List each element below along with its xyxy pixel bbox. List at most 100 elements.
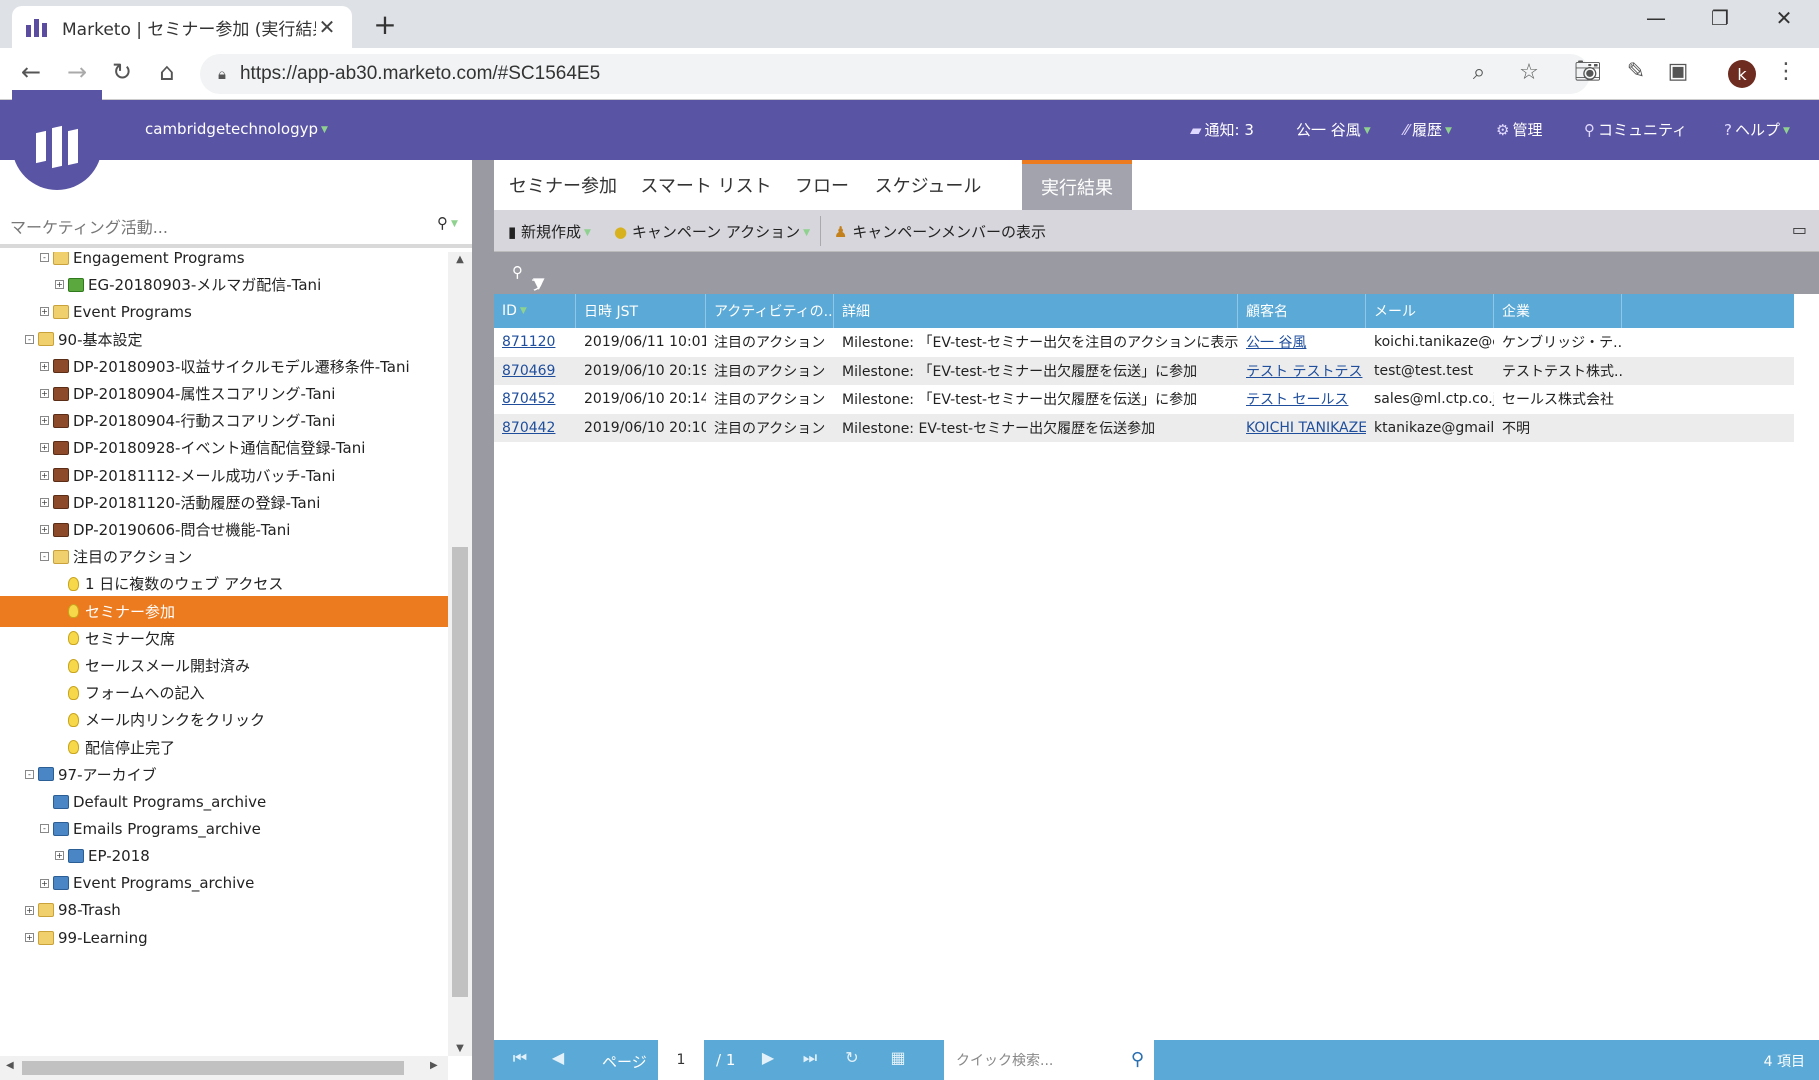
filter-bar[interactable]: ⚲ フィルター: カスタム▼ [494, 252, 1819, 462]
scrollbar-thumb[interactable] [452, 547, 468, 997]
next-page-icon[interactable]: ▶ [756, 1048, 780, 1072]
tab-schedule[interactable]: スケジュール [864, 160, 992, 210]
show-members-button[interactable]: ♟ キャンペーンメンバーの表示 [834, 221, 1046, 242]
window-close-icon[interactable]: ✕ [1764, 6, 1804, 30]
cell-link[interactable]: 870452 [502, 391, 555, 407]
tree-vertical-scrollbar[interactable]: ▲ ▼ [448, 252, 472, 1056]
community-button[interactable]: ⚲ コミュニティ [1584, 119, 1687, 140]
home-icon[interactable]: ⌂ [150, 58, 184, 86]
cell-link[interactable]: KOICHI TANIKAZE [1246, 420, 1366, 436]
filter-tree-icon[interactable]: ⚲ ▼ [437, 214, 458, 232]
expand-icon[interactable]: + [55, 851, 64, 861]
cell-link[interactable]: 870469 [502, 363, 555, 379]
scrollbar-thumb[interactable] [22, 1061, 404, 1075]
campaign-action-button[interactable]: ● キャンペーン アクション ▼ [614, 221, 810, 242]
expand-icon[interactable]: + [55, 280, 64, 290]
search-icon[interactable]: ⚲ [1131, 1049, 1144, 1070]
collapse-icon[interactable]: - [40, 824, 49, 834]
export-icon[interactable]: ▦ [886, 1048, 910, 1072]
expand-icon[interactable]: + [40, 389, 49, 398]
expand-icon[interactable]: + [40, 470, 49, 480]
refresh-icon[interactable]: ↻ [840, 1048, 864, 1072]
camera-extension-icon[interactable]: 📷︎ [1572, 59, 1604, 84]
scroll-down-icon[interactable]: ▼ [448, 1043, 472, 1054]
cell-lead-name[interactable]: 公一 谷風 [1238, 328, 1366, 356]
new-tab-icon[interactable]: + [368, 8, 402, 41]
url-field[interactable]: 🔒︎ https://app-ab30.marketo.com/#SC1564E… [200, 54, 1590, 94]
expand-icon[interactable]: + [40, 878, 49, 888]
expand-icon[interactable]: + [40, 525, 49, 534]
expand-icon[interactable]: + [25, 933, 34, 942]
new-button[interactable]: ▮ 新規作成 ▼ [508, 221, 591, 242]
column-header-email[interactable]: メール [1366, 294, 1494, 328]
cell-lead-name[interactable]: KOICHI TANIKAZE [1238, 414, 1366, 442]
workspace-selector[interactable]: cambridgetechnologyp ▼ [145, 120, 328, 138]
notifications-button[interactable]: ▰ 通知: 3 [1190, 119, 1254, 140]
restore-icon[interactable]: ❐ [1700, 6, 1740, 30]
collapse-icon[interactable]: - [25, 769, 34, 779]
browser-tab[interactable]: Marketo | セミナー参加 (実行結果) ✕ [12, 6, 352, 48]
tab-seminar[interactable]: セミナー参加 [494, 160, 632, 210]
screen-cast-icon[interactable]: ▣ [1662, 59, 1694, 84]
table-row[interactable]: 870452 2019/06/10 20:14 注目のアクション Milestone:… [494, 385, 1794, 413]
minimize-icon[interactable]: — [1636, 6, 1676, 30]
table-row[interactable]: 871120 2019/06/11 10:01 注目のアクション Milestone:… [494, 328, 1794, 356]
column-header-company[interactable]: 企業 [1494, 294, 1622, 328]
table-row[interactable]: 870469 2019/06/10 20:19 注目のアクション Milestone:… [494, 356, 1794, 385]
collapse-icon[interactable]: - [25, 334, 34, 344]
help-menu-button[interactable]: ? ヘルプ ▼ [1724, 119, 1790, 140]
cell-lead-name[interactable]: テスト テストテス [1238, 357, 1366, 385]
eyedropper-extension-icon[interactable]: ✎ [1620, 59, 1652, 84]
cell-link[interactable]: 870442 [502, 420, 555, 436]
collapse-icon[interactable]: - [40, 253, 49, 262]
user-menu-button[interactable]: 公一 谷風 ▼ [1296, 119, 1371, 140]
cell-link[interactable]: テスト テストテス [1246, 361, 1362, 381]
last-page-icon[interactable]: ⏭ [798, 1048, 822, 1072]
column-header-datetime[interactable]: 日時 JST [576, 294, 706, 328]
cell-link[interactable]: 公一 谷風 [1246, 332, 1306, 352]
column-header-id[interactable]: ID ▼ [494, 294, 576, 328]
scroll-left-icon[interactable]: ◀ [6, 1060, 14, 1071]
expand-icon[interactable]: + [40, 497, 49, 507]
cell-id[interactable]: 871120 [494, 328, 576, 356]
scroll-right-icon[interactable]: ▶ [430, 1060, 438, 1071]
admin-button[interactable]: ⚙ 管理 [1496, 119, 1542, 140]
sort-icon[interactable]: ▼ [520, 306, 527, 316]
reload-icon[interactable]: ↻ [105, 58, 139, 86]
cell-id[interactable]: 870452 [494, 385, 576, 413]
cell-link[interactable]: テスト セールス [1246, 389, 1348, 409]
cell-lead-name[interactable]: テスト セールス [1238, 385, 1366, 413]
quick-search-input[interactable]: クイック検索... ⚲ [944, 1040, 1154, 1080]
column-header-detail[interactable]: 詳細 [834, 294, 1238, 328]
close-tab-icon[interactable]: ✕ [316, 15, 338, 39]
browser-menu-icon[interactable]: ⋮ [1770, 59, 1802, 84]
expand-icon[interactable]: + [40, 443, 49, 453]
collapse-icon[interactable]: - [40, 552, 49, 562]
tree-item[interactable]: +99-Learning [0, 922, 448, 953]
column-header-lead-name[interactable]: 顧客名 [1238, 294, 1366, 328]
bookmark-star-icon[interactable]: ☆ [1514, 60, 1544, 85]
expand-icon[interactable]: + [40, 361, 49, 371]
panel-splitter[interactable] [472, 160, 494, 1080]
previous-page-icon[interactable]: ◀ [546, 1048, 570, 1072]
first-page-icon[interactable]: ⏮ [508, 1048, 532, 1072]
cell-id[interactable]: 870442 [494, 414, 576, 442]
maximize-panel-icon[interactable]: ▭ [1792, 220, 1807, 239]
tree-horizontal-scrollbar[interactable]: ◀ ▶ [0, 1056, 448, 1080]
back-icon[interactable]: ← [14, 58, 48, 86]
tree-search-input[interactable]: マーケティング活動... [10, 214, 168, 238]
expand-icon[interactable]: + [40, 307, 49, 317]
marketo-logo-icon[interactable] [12, 90, 102, 190]
expand-icon[interactable]: + [40, 416, 49, 426]
page-number-input[interactable]: 1 [658, 1040, 704, 1080]
expand-icon[interactable]: + [25, 905, 34, 915]
cell-id[interactable]: 870469 [494, 357, 576, 385]
table-row[interactable]: 870442 2019/06/10 20:10 注目のアクション Milestone:… [494, 413, 1794, 442]
tab-results[interactable]: 実行結果 [1022, 160, 1132, 210]
forward-icon[interactable]: → [60, 58, 94, 86]
history-menu-button[interactable]: ⁄⁄ 履歴 ▼ [1404, 119, 1452, 140]
cell-link[interactable]: 871120 [502, 334, 555, 350]
profile-avatar[interactable]: k [1728, 60, 1756, 88]
scroll-up-icon[interactable]: ▲ [448, 254, 472, 265]
tab-smart-list[interactable]: スマート リスト [632, 160, 780, 210]
